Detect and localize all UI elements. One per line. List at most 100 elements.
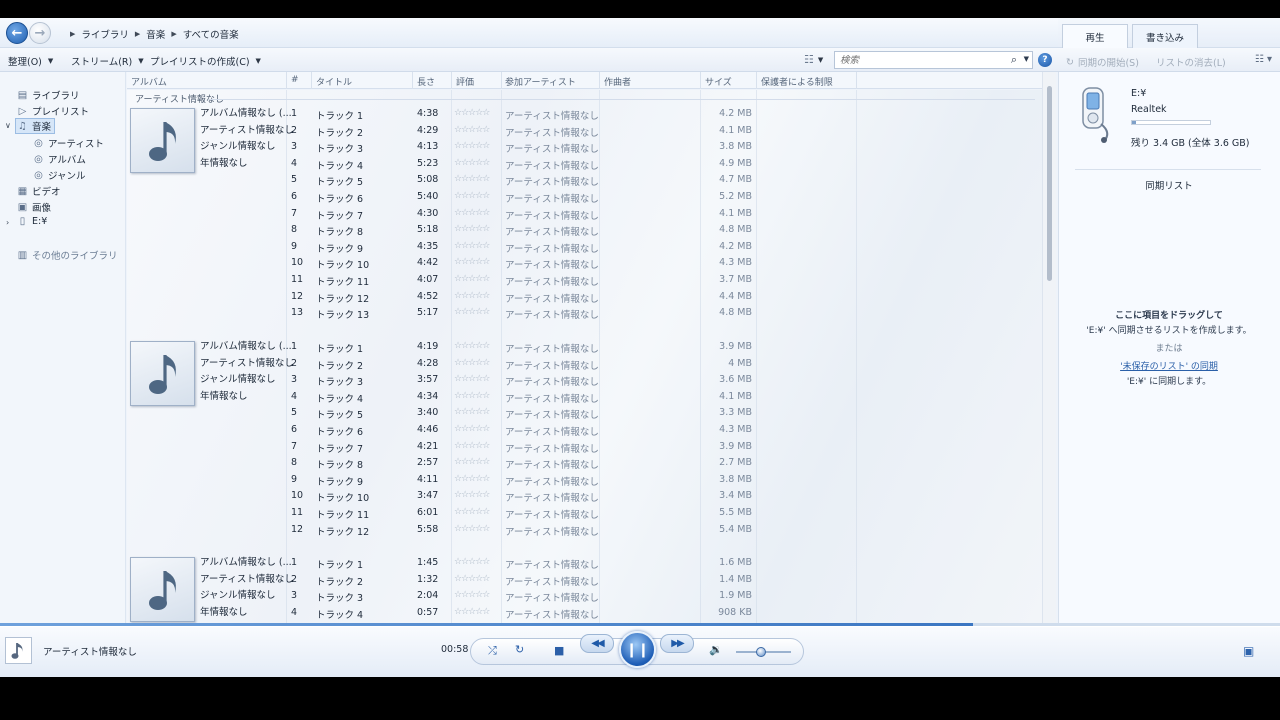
volume-slider-knob[interactable]: [755, 647, 766, 657]
track-row[interactable]: 3 トラック 3 3:57 ☆☆☆☆☆ アーティスト情報なし 3.6 MB: [127, 372, 1042, 389]
track-row[interactable]: 4 トラック 4 4:34 ☆☆☆☆☆ アーティスト情報なし 4.1 MB: [127, 389, 1042, 406]
track-row[interactable]: 4 トラック 4 0:57 ☆☆☆☆☆ アーティスト情報なし 908 KB: [127, 605, 1042, 622]
sidebar-item-drive[interactable]: ▯ E:¥: [17, 216, 48, 227]
column-number[interactable]: #: [291, 75, 299, 85]
sidebar-item-playlists[interactable]: ▷ プレイリスト: [17, 104, 89, 119]
sync-start-button[interactable]: ↻ 同期の開始(S): [1066, 55, 1139, 70]
rating-stars[interactable]: ☆☆☆☆☆: [454, 291, 490, 301]
next-button[interactable]: ▶▶: [660, 634, 694, 653]
rating-stars[interactable]: ☆☆☆☆☆: [454, 125, 490, 135]
shuffle-icon[interactable]: ⤮: [488, 644, 497, 658]
tab-play[interactable]: 再生: [1062, 24, 1128, 48]
rating-stars[interactable]: ☆☆☆☆☆: [454, 590, 490, 600]
forward-button[interactable]: →: [29, 22, 51, 44]
track-row[interactable]: 1 トラック 1 1:45 ☆☆☆☆☆ アーティスト情報なし 1.6 MB: [127, 555, 1042, 572]
rating-stars[interactable]: ☆☆☆☆☆: [454, 441, 490, 451]
rating-stars[interactable]: ☆☆☆☆☆: [454, 507, 490, 517]
track-row[interactable]: 11 トラック 11 6:01 ☆☆☆☆☆ アーティスト情報なし 5.5 MB: [127, 505, 1042, 522]
column-parental-rating[interactable]: 保護者による制限: [761, 75, 833, 88]
tab-burn[interactable]: 書き込み: [1132, 24, 1198, 48]
previous-button[interactable]: ◀◀: [580, 634, 614, 653]
search-input[interactable]: [835, 52, 995, 68]
breadcrumb-library[interactable]: ライブラリ: [81, 27, 129, 41]
rating-stars[interactable]: ☆☆☆☆☆: [454, 424, 490, 434]
rating-stars[interactable]: ☆☆☆☆☆: [454, 490, 490, 500]
track-row[interactable]: 6 トラック 6 5:40 ☆☆☆☆☆ アーティスト情報なし 5.2 MB: [127, 189, 1042, 206]
repeat-icon[interactable]: ↻: [515, 643, 524, 656]
rating-stars[interactable]: ☆☆☆☆☆: [454, 407, 490, 417]
rating-stars[interactable]: ☆☆☆☆☆: [454, 607, 490, 617]
pause-button[interactable]: ❙❙: [619, 631, 656, 668]
track-row[interactable]: 8 トラック 8 5:18 ☆☆☆☆☆ アーティスト情報なし 4.8 MB: [127, 222, 1042, 239]
rating-stars[interactable]: ☆☆☆☆☆: [454, 374, 490, 384]
rating-stars[interactable]: ☆☆☆☆☆: [454, 341, 490, 351]
rating-stars[interactable]: ☆☆☆☆☆: [454, 141, 490, 151]
create-playlist-menu[interactable]: プレイリストの作成(C) ▼: [150, 54, 261, 68]
help-icon[interactable]: ?: [1038, 53, 1052, 67]
track-row[interactable]: 2 トラック 2 1:32 ☆☆☆☆☆ アーティスト情報なし 1.4 MB: [127, 572, 1042, 589]
column-size[interactable]: サイズ: [705, 75, 732, 88]
switch-to-now-playing-icon[interactable]: ▣: [1243, 644, 1254, 658]
rating-stars[interactable]: ☆☆☆☆☆: [454, 108, 490, 118]
unsaved-list-sync-link[interactable]: '未保存のリスト' の同期: [1059, 359, 1279, 372]
clear-list-button[interactable]: リストの消去(L): [1156, 55, 1226, 69]
rating-stars[interactable]: ☆☆☆☆☆: [454, 191, 490, 201]
rating-stars[interactable]: ☆☆☆☆☆: [454, 358, 490, 368]
column-album[interactable]: アルバム: [131, 75, 167, 88]
breadcrumb-all-music[interactable]: すべての音楽: [183, 27, 239, 41]
sidebar-item-other-libraries[interactable]: ▥ その他のライブラリ: [17, 248, 118, 263]
column-title[interactable]: タイトル: [316, 75, 352, 88]
vertical-scrollbar[interactable]: [1042, 72, 1056, 623]
search-dropdown-icon[interactable]: ▼: [1024, 55, 1029, 63]
track-row[interactable]: 3 トラック 3 2:04 ☆☆☆☆☆ アーティスト情報なし 1.9 MB: [127, 588, 1042, 605]
sidebar-item-pictures[interactable]: ▣ 画像: [17, 200, 51, 215]
sidebar-item-artist[interactable]: ◎ アーティスト: [33, 136, 104, 151]
sidebar-item-genre[interactable]: ◎ ジャンル: [33, 168, 85, 183]
track-row[interactable]: 2 トラック 2 4:29 ☆☆☆☆☆ アーティスト情報なし 4.1 MB: [127, 123, 1042, 140]
list-options-icon[interactable]: ☷ ▾: [1255, 54, 1272, 65]
rating-stars[interactable]: ☆☆☆☆☆: [454, 574, 490, 584]
breadcrumb-music[interactable]: 音楽: [146, 27, 165, 41]
scrollbar-thumb[interactable]: [1047, 86, 1052, 281]
rating-stars[interactable]: ☆☆☆☆☆: [454, 224, 490, 234]
column-composer[interactable]: 作曲者: [604, 75, 631, 88]
track-row[interactable]: 4 トラック 4 5:23 ☆☆☆☆☆ アーティスト情報なし 4.9 MB: [127, 156, 1042, 173]
expand-arrow-icon[interactable]: ›: [6, 218, 9, 227]
track-row[interactable]: 13 トラック 13 5:17 ☆☆☆☆☆ アーティスト情報なし 4.8 MB: [127, 305, 1042, 322]
expand-chevron-icon[interactable]: ∨: [5, 121, 11, 130]
track-row[interactable]: 9 トラック 9 4:11 ☆☆☆☆☆ アーティスト情報なし 3.8 MB: [127, 472, 1042, 489]
track-row[interactable]: 7 トラック 7 4:30 ☆☆☆☆☆ アーティスト情報なし 4.1 MB: [127, 206, 1042, 223]
track-row[interactable]: 1 トラック 1 4:19 ☆☆☆☆☆ アーティスト情報なし 3.9 MB: [127, 339, 1042, 356]
rating-stars[interactable]: ☆☆☆☆☆: [454, 158, 490, 168]
track-row[interactable]: 6 トラック 6 4:46 ☆☆☆☆☆ アーティスト情報なし 4.3 MB: [127, 422, 1042, 439]
view-options-button[interactable]: ☷ ▼: [804, 53, 823, 66]
sidebar-item-video[interactable]: ▦ ビデオ: [17, 184, 61, 199]
track-row[interactable]: 7 トラック 7 4:21 ☆☆☆☆☆ アーティスト情報なし 3.9 MB: [127, 439, 1042, 456]
track-row[interactable]: 3 トラック 3 4:13 ☆☆☆☆☆ アーティスト情報なし 3.8 MB: [127, 139, 1042, 156]
track-row[interactable]: 10 トラック 10 3:47 ☆☆☆☆☆ アーティスト情報なし 3.4 MB: [127, 488, 1042, 505]
sidebar-item-music[interactable]: ♫ 音楽: [15, 118, 56, 134]
stream-menu[interactable]: ストリーム(R) ▼: [71, 54, 144, 68]
rating-stars[interactable]: ☆☆☆☆☆: [454, 257, 490, 267]
track-row[interactable]: 10 トラック 10 4:42 ☆☆☆☆☆ アーティスト情報なし 4.3 MB: [127, 255, 1042, 272]
organize-menu[interactable]: 整理(O) ▼: [8, 54, 53, 68]
search-icon[interactable]: ⌕: [1011, 53, 1017, 67]
rating-stars[interactable]: ☆☆☆☆☆: [454, 457, 490, 467]
rating-stars[interactable]: ☆☆☆☆☆: [454, 557, 490, 567]
stop-icon[interactable]: ■: [554, 644, 564, 657]
track-row[interactable]: 12 トラック 12 4:52 ☆☆☆☆☆ アーティスト情報なし 4.4 MB: [127, 289, 1042, 306]
track-row[interactable]: 11 トラック 11 4:07 ☆☆☆☆☆ アーティスト情報なし 3.7 MB: [127, 272, 1042, 289]
track-row[interactable]: 5 トラック 5 5:08 ☆☆☆☆☆ アーティスト情報なし 4.7 MB: [127, 172, 1042, 189]
back-button[interactable]: ←: [6, 22, 28, 44]
now-playing-art[interactable]: [5, 637, 32, 664]
rating-stars[interactable]: ☆☆☆☆☆: [454, 241, 490, 251]
rating-stars[interactable]: ☆☆☆☆☆: [454, 174, 490, 184]
track-row[interactable]: 5 トラック 5 3:40 ☆☆☆☆☆ アーティスト情報なし 3.3 MB: [127, 405, 1042, 422]
column-length[interactable]: 長さ: [417, 75, 435, 88]
rating-stars[interactable]: ☆☆☆☆☆: [454, 474, 490, 484]
track-row[interactable]: 1 トラック 1 4:38 ☆☆☆☆☆ アーティスト情報なし 4.2 MB: [127, 106, 1042, 123]
volume-icon[interactable]: 🔉: [709, 643, 723, 656]
rating-stars[interactable]: ☆☆☆☆☆: [454, 208, 490, 218]
track-row[interactable]: 8 トラック 8 2:57 ☆☆☆☆☆ アーティスト情報なし 2.7 MB: [127, 455, 1042, 472]
track-row[interactable]: 9 トラック 9 4:35 ☆☆☆☆☆ アーティスト情報なし 4.2 MB: [127, 239, 1042, 256]
